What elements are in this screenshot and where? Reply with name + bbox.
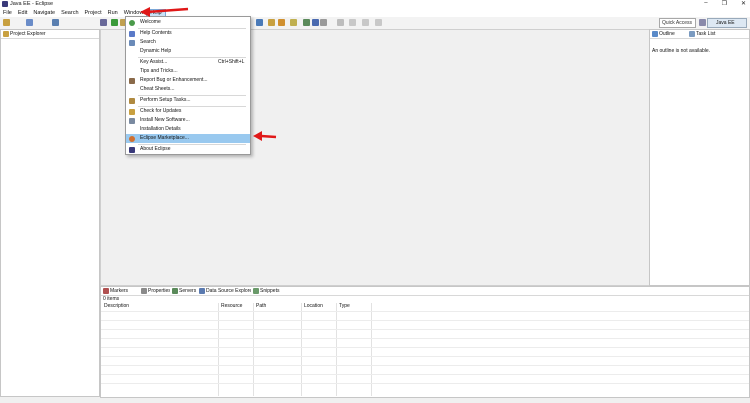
annotation-layer [140, 7, 277, 141]
arrow-to-help-menu [140, 7, 189, 17]
arrow-to-marketplace [253, 131, 277, 141]
